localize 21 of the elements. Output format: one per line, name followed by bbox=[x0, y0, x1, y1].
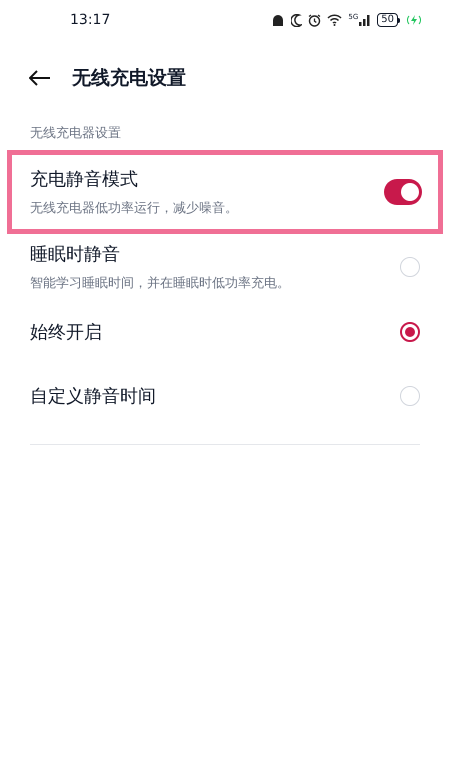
wifi-icon bbox=[327, 14, 342, 26]
option-row[interactable]: 睡眠时静音 智能学习睡眠时间，并在睡眠时低功率充电。 bbox=[0, 234, 450, 300]
alarm-icon bbox=[308, 14, 322, 26]
moon-icon bbox=[291, 14, 302, 26]
status-time: 13:17 bbox=[70, 10, 110, 30]
option-row[interactable]: 始终开启 bbox=[0, 300, 450, 364]
back-arrow-icon bbox=[29, 70, 51, 86]
setting-description: 无线充电器低功率运行，减少噪音。 bbox=[30, 200, 238, 218]
section-label: 无线充电器设置 bbox=[30, 126, 121, 141]
setting-title: 充电静音模式 bbox=[30, 168, 139, 192]
option-description: 智能学习睡眠时间，并在睡眠时低功率充电。 bbox=[30, 274, 290, 293]
mode-setting-row[interactable]: 充电静音模式 无线充电器低功率运行，减少噪音。 bbox=[7, 150, 443, 234]
option-title: 始终开启 bbox=[30, 320, 102, 344]
toggle-switch[interactable] bbox=[384, 179, 422, 205]
option-row[interactable]: 自定义静音时间 bbox=[0, 364, 450, 428]
option-title: 睡眠时静音 bbox=[30, 242, 121, 267]
option-title: 自定义静音时间 bbox=[30, 384, 156, 408]
signal-icon bbox=[359, 14, 372, 26]
battery-level: 50 bbox=[377, 13, 398, 27]
page-title: 无线充电设置 bbox=[72, 66, 186, 91]
radio-button[interactable] bbox=[400, 322, 420, 342]
